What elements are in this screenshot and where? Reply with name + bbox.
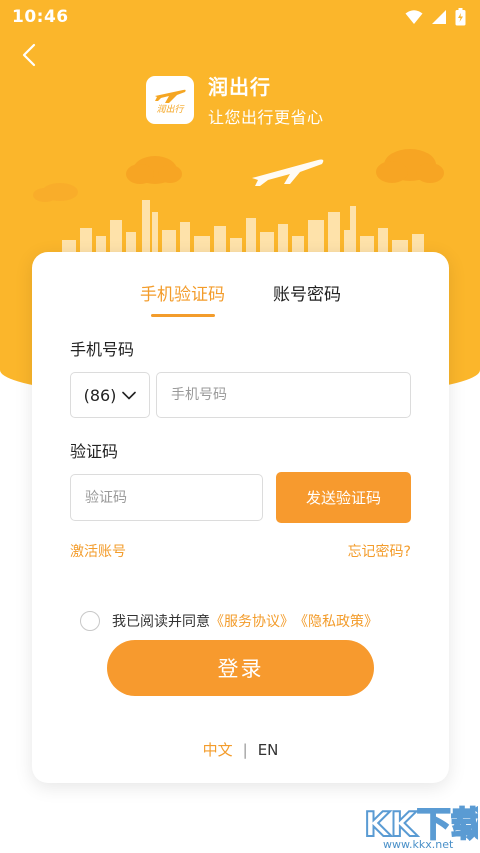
app-slogan: 让您出行更省心	[208, 108, 324, 127]
language-chinese[interactable]: 中文	[203, 739, 233, 760]
verification-code-input[interactable]	[70, 474, 263, 521]
app-name: 润出行	[208, 75, 271, 99]
send-code-button[interactable]: 发送验证码	[276, 472, 411, 523]
tab-account-password[interactable]: 账号密码	[273, 280, 341, 317]
privacy-policy-link[interactable]: 《隐私政策》	[294, 611, 378, 631]
login-card: 手机验证码 账号密码 手机号码 (86) 验证码 发送验证码 激活账号 忘记密码…	[32, 252, 449, 783]
airplane-icon	[252, 159, 324, 186]
agreement-row: 我已阅读并同意 《服务协议》 《隐私政策》	[80, 611, 378, 631]
code-label: 验证码	[70, 442, 119, 461]
wifi-icon	[405, 10, 423, 24]
login-tabs: 手机验证码 账号密码	[32, 280, 449, 317]
chevron-down-icon	[122, 391, 137, 399]
login-button[interactable]: 登录	[107, 640, 374, 696]
language-english[interactable]: EN	[258, 741, 279, 759]
activate-account-link[interactable]: 激活账号	[70, 541, 126, 561]
city-skyline-illustration	[33, 149, 444, 260]
battery-charging-icon	[455, 8, 466, 26]
forgot-password-link[interactable]: 忘记密码?	[348, 541, 411, 561]
chevron-left-icon	[22, 43, 36, 67]
phone-label: 手机号码	[70, 340, 135, 359]
language-switcher: 中文 | EN	[32, 739, 449, 760]
service-agreement-link[interactable]: 《服务协议》	[210, 611, 294, 631]
brand-text: 润出行 让您出行更省心	[208, 71, 324, 128]
country-code-select[interactable]: (86)	[70, 372, 150, 418]
status-bar: 10:46	[0, 0, 480, 34]
back-button[interactable]	[14, 40, 44, 70]
cloud-left-icon	[126, 156, 182, 184]
logo-lettering: 润出行	[156, 105, 184, 115]
status-icons	[405, 8, 466, 26]
status-time: 10:46	[12, 7, 69, 27]
cloud-small-left-icon	[33, 183, 78, 202]
cloud-right-icon	[376, 149, 444, 183]
skyline-buildings	[62, 200, 424, 260]
brand-header: 润出行 润出行 让您出行更省心	[146, 71, 324, 128]
app-logo: 润出行	[146, 75, 194, 124]
signal-icon	[432, 10, 446, 24]
agreement-radio[interactable]	[80, 611, 100, 631]
country-code-value: (86)	[83, 385, 117, 405]
phone-input[interactable]	[156, 372, 411, 418]
watermark-url: www.kkx.net	[383, 838, 454, 851]
agreement-prefix: 我已阅读并同意	[112, 614, 210, 630]
language-separator: |	[242, 740, 248, 759]
airplane-logo-icon	[155, 89, 186, 103]
tab-sms-code[interactable]: 手机验证码	[140, 280, 225, 317]
